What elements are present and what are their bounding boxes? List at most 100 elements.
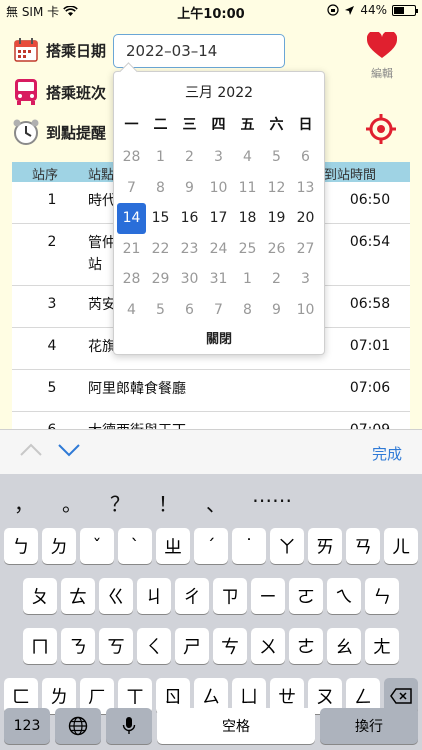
route-row: 搭乘班次 xyxy=(12,78,106,106)
date-input[interactable]: 2022–03–14 xyxy=(113,34,285,68)
calendar-day[interactable]: 27 xyxy=(291,234,320,265)
candidate-item[interactable]: ！ xyxy=(158,488,178,517)
calendar-day[interactable]: 7 xyxy=(204,295,233,326)
calendar-day[interactable]: 1 xyxy=(233,264,262,295)
key-zhuyin[interactable]: ㄎ xyxy=(99,628,133,664)
calendar-day[interactable]: 2 xyxy=(262,264,291,295)
calendar-day[interactable]: 28 xyxy=(117,264,146,295)
keyboard-accessory-bar: 完成 xyxy=(0,429,422,474)
calendar-day[interactable]: 22 xyxy=(146,234,175,265)
calendar-day[interactable]: 14 xyxy=(117,203,146,234)
key-zhuyin[interactable]: ㄗ xyxy=(213,578,247,614)
calendar-icon xyxy=(12,36,40,64)
key-zhuyin[interactable]: ㄕ xyxy=(175,628,209,664)
calendar-day[interactable]: 8 xyxy=(146,173,175,204)
candidate-item[interactable]: ， xyxy=(14,488,34,517)
key-zhuyin[interactable]: ㄧ xyxy=(251,578,285,614)
calendar-day[interactable]: 15 xyxy=(146,203,175,234)
globe-key[interactable] xyxy=(55,708,101,744)
key-zhuyin[interactable]: ㄤ xyxy=(365,628,399,664)
key-zhuyin[interactable]: ㄚ xyxy=(270,528,304,564)
calendar-day[interactable]: 3 xyxy=(291,264,320,295)
key-zhuyin[interactable]: ㄞ xyxy=(308,528,342,564)
key-zhuyin[interactable]: ㄜ xyxy=(289,628,323,664)
calendar-day[interactable]: 24 xyxy=(204,234,233,265)
calendar-day[interactable]: 8 xyxy=(233,295,262,326)
candidate-item[interactable]: 、 xyxy=(206,488,226,517)
key-zhuyin[interactable]: ㄛ xyxy=(289,578,323,614)
candidate-item[interactable]: ⋯⋯ xyxy=(252,488,292,512)
calendar-day[interactable]: 10 xyxy=(204,173,233,204)
return-key[interactable]: 換行 xyxy=(320,708,418,744)
calendar-close-button[interactable]: 關閉 xyxy=(114,328,324,347)
key-zhuyin[interactable]: ㄨ xyxy=(251,628,285,664)
chevron-up-icon[interactable] xyxy=(20,443,42,457)
calendar-day[interactable]: 21 xyxy=(117,234,146,265)
key-zhuyin[interactable]: ㄠ xyxy=(327,628,361,664)
row-time: 06:58 xyxy=(349,296,391,312)
key-zhuyin[interactable]: ㄐ xyxy=(137,578,171,614)
space-key[interactable]: 空格 xyxy=(157,708,315,744)
calendar-day[interactable]: 7 xyxy=(117,173,146,204)
calendar-day[interactable]: 2 xyxy=(175,142,204,173)
calendar-day[interactable]: 11 xyxy=(233,173,262,204)
calendar-day[interactable]: 12 xyxy=(262,173,291,204)
row-seq: 4 xyxy=(47,338,57,354)
numbers-key[interactable]: 123 xyxy=(4,708,50,744)
key-zhuyin[interactable]: ˊ xyxy=(194,528,228,564)
key-zhuyin[interactable]: ˙ xyxy=(232,528,266,564)
chevron-down-icon[interactable] xyxy=(58,443,80,457)
calendar-day[interactable]: 20 xyxy=(291,203,320,234)
keyboard: ，。？！、 ⋯⋯ ㄅㄉ ˇ ˋ ㄓ ˊ ˙ ㄚㄞㄢㄦㄆㄊㄍㄐㄔㄗㄧㄛㄟㄣㄇㄋㄎㄑㄕㄘㄨㄜㄠㄤㄈ… xyxy=(0,474,422,750)
calendar-day[interactable]: 6 xyxy=(175,295,204,326)
key-zhuyin[interactable]: ㄘ xyxy=(213,628,247,664)
key-zhuyin[interactable]: ㄊ xyxy=(61,578,95,614)
key-zhuyin[interactable]: ㄆ xyxy=(23,578,57,614)
calendar-day[interactable]: 29 xyxy=(146,264,175,295)
table-row[interactable]: 5 阿里郎韓食餐廳 07:06 xyxy=(12,370,410,412)
calendar-day[interactable]: 1 xyxy=(146,142,175,173)
calendar-day[interactable]: 16 xyxy=(175,203,204,234)
key-zhuyin[interactable]: ㄣ xyxy=(365,578,399,614)
calendar-day[interactable]: 9 xyxy=(175,173,204,204)
calendar-day[interactable]: 17 xyxy=(204,203,233,234)
calendar-day[interactable]: 25 xyxy=(233,234,262,265)
key-zhuyin[interactable]: ㄅ xyxy=(4,528,38,564)
calendar-day[interactable]: 5 xyxy=(146,295,175,326)
calendar-day[interactable]: 28 xyxy=(117,142,146,173)
done-button[interactable]: 完成 xyxy=(372,443,402,464)
key-zhuyin[interactable]: ㄉ xyxy=(42,528,76,564)
favorite-button[interactable]: 編輯 xyxy=(362,30,402,81)
calendar-day[interactable]: 31 xyxy=(204,264,233,295)
calendar-day[interactable]: 4 xyxy=(233,142,262,173)
calendar-day[interactable]: 13 xyxy=(291,173,320,204)
calendar-weekday: 一 xyxy=(124,117,139,133)
dictation-key[interactable] xyxy=(106,708,152,744)
key-zhuyin[interactable]: ㄇ xyxy=(23,628,57,664)
calendar-day[interactable]: 10 xyxy=(291,295,320,326)
key-zhuyin[interactable]: ㄍ xyxy=(99,578,133,614)
candidate-item[interactable]: 。 xyxy=(62,488,82,517)
row-time: 07:06 xyxy=(349,380,391,396)
calendar-day[interactable]: 18 xyxy=(233,203,262,234)
calendar-day[interactable]: 23 xyxy=(175,234,204,265)
calendar-day[interactable]: 26 xyxy=(262,234,291,265)
key-zhuyin[interactable]: ㄋ xyxy=(61,628,95,664)
locate-button[interactable] xyxy=(366,114,396,144)
key-zhuyin[interactable]: ㄓ xyxy=(156,528,190,564)
key-zhuyin[interactable]: ˇ xyxy=(80,528,114,564)
key-zhuyin[interactable]: ㄢ xyxy=(346,528,380,564)
calendar-day[interactable]: 5 xyxy=(262,142,291,173)
candidate-item[interactable]: ？ xyxy=(110,488,130,517)
calendar-day[interactable]: 3 xyxy=(204,142,233,173)
key-zhuyin[interactable]: ㄟ xyxy=(327,578,361,614)
key-zhuyin[interactable]: ˋ xyxy=(118,528,152,564)
key-zhuyin[interactable]: ㄦ xyxy=(384,528,418,564)
calendar-day[interactable]: 9 xyxy=(262,295,291,326)
calendar-day[interactable]: 6 xyxy=(291,142,320,173)
calendar-day[interactable]: 30 xyxy=(175,264,204,295)
key-zhuyin[interactable]: ㄑ xyxy=(137,628,171,664)
key-zhuyin[interactable]: ㄔ xyxy=(175,578,209,614)
calendar-day[interactable]: 4 xyxy=(117,295,146,326)
calendar-day[interactable]: 19 xyxy=(262,203,291,234)
